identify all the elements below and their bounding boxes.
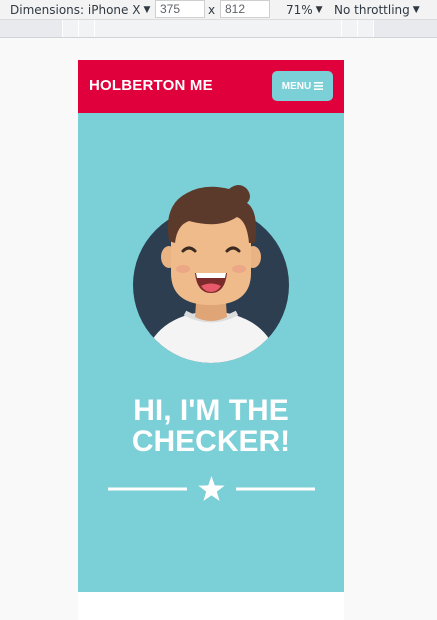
hero-section: HI, I'M THE CHECKER! <box>78 113 344 592</box>
hero-title-line: CHECKER! <box>131 425 291 458</box>
dropdown-caret-icon: ▼ <box>412 5 420 15</box>
hero-title-line: HI, I'M THE <box>133 394 289 427</box>
divider-line-left <box>108 487 187 491</box>
brand-logo-text[interactable]: HOLBERTON ME <box>89 77 213 94</box>
media-query-bar[interactable] <box>0 20 437 38</box>
dropdown-caret-icon: ▼ <box>315 5 323 15</box>
star-icon <box>198 476 225 501</box>
menu-button-label: MENU <box>281 80 312 92</box>
media-query-segment[interactable] <box>94 20 342 37</box>
menu-button[interactable]: MENU <box>272 71 333 101</box>
device-select[interactable]: Dimensions: iPhone X ▼ <box>10 3 150 17</box>
height-input[interactable] <box>220 0 270 18</box>
avatar-illustration <box>133 185 289 363</box>
throttling-select[interactable]: No throttling ▼ <box>334 3 420 17</box>
dropdown-caret-icon: ▼ <box>143 5 151 15</box>
star-divider <box>108 476 315 501</box>
width-input[interactable] <box>155 0 205 18</box>
divider-line-right <box>236 487 315 491</box>
hamburger-icon <box>314 82 324 90</box>
device-select-label: Dimensions: iPhone X <box>10 3 141 17</box>
navbar: HOLBERTON ME MENU <box>78 60 344 113</box>
device-toolbar: Dimensions: iPhone X ▼ x 71% ▼ No thrott… <box>0 0 437 20</box>
hero-title: HI, I'M THE CHECKER! <box>78 395 344 457</box>
device-viewport: HOLBERTON ME MENU HI, I'M THE CHECKER! <box>78 60 344 620</box>
throttling-label: No throttling <box>334 3 410 17</box>
zoom-select[interactable]: 71% ▼ <box>286 3 323 17</box>
dimension-separator: x <box>208 3 216 17</box>
zoom-label: 71% <box>286 3 313 17</box>
